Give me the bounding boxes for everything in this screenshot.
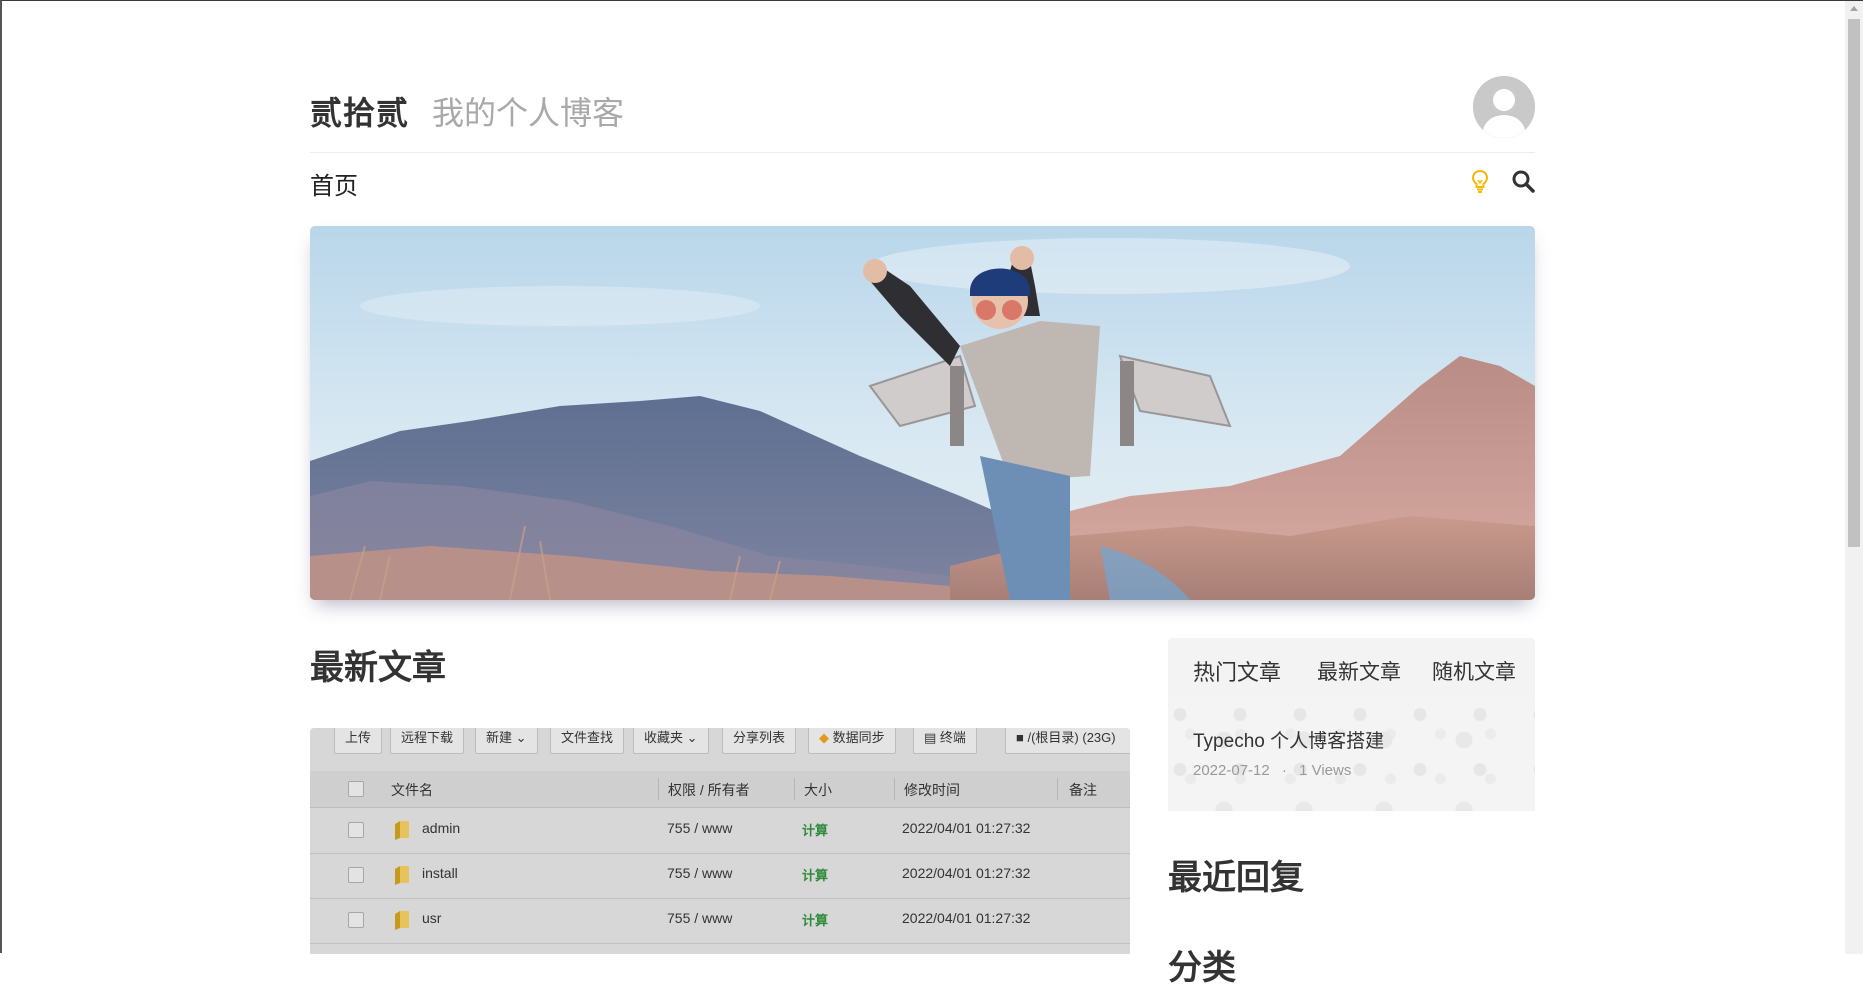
sidebar-post-list: Typecho 个人博客搭建 2022-07-12 · 1 Views [1168,698,1535,811]
meta-separator: · [1281,762,1287,779]
site-subtitle: 我的个人博客 [432,95,625,131]
file-mtime: 2022/04/01 01:27:32 [902,820,1031,836]
recent-replies-title: 最近回复 [1168,859,1304,897]
column-divider [1057,778,1058,800]
avatar[interactable] [1473,76,1535,138]
favorites-button: 收藏夹 ⌄ [633,728,709,754]
folder-icon [395,821,409,840]
file-size-calc: 计算 [802,823,829,838]
row-checkbox [348,867,364,883]
data-sync-button: ◆ 数据同步 [808,728,896,754]
latest-posts-title: 最新文章 [310,649,446,687]
new-button: 新建 ⌄ [475,728,538,754]
file-table-header: 文件名 权限 / 所有者 大小 修改时间 备注 [310,771,1130,808]
disk-icon: ■ [1016,730,1024,745]
col-permission: 权限 / 所有者 [668,782,750,798]
tab-latest-posts[interactable]: 最新文章 [1317,656,1401,686]
table-row: usr 755 / www 计算 2022/04/01 01:27:32 [310,898,1130,944]
nav-home-link[interactable]: 首页 [310,166,358,201]
column-divider [894,778,895,800]
tab-random-posts[interactable]: 随机文章 [1432,656,1516,686]
file-search-button: 文件查找 [550,728,625,754]
vertical-scrollbar[interactable] [1845,1,1863,954]
categories-title: 分类 [1168,949,1236,987]
hero-banner-image [310,226,1535,600]
root-dir-label: /(根目录) (23G) [1027,730,1116,745]
file-name: usr [422,910,442,926]
col-filename: 文件名 [391,782,433,798]
file-mtime: 2022/04/01 01:27:32 [902,910,1031,926]
folder-icon [395,911,409,930]
post-thumbnail-screenshot[interactable]: 上传 远程下载 新建 ⌄ 文件查找 收藏夹 ⌄ 分享列表 ◆ 数据同步 ▤ 终端… [310,728,1130,954]
terminal-label: 终端 [939,730,966,745]
site-title[interactable]: 贰拾贰 [310,88,409,134]
site-header: 贰拾贰 我的个人博客 [310,68,1535,153]
main-nav: 首页 [310,160,1535,204]
upload-button: 上传 [334,728,383,754]
file-permission: 755 / www [667,865,733,881]
file-permission: 755 / www [667,910,733,926]
file-size-calc: 计算 [802,913,829,928]
share-list-button: 分享列表 [722,728,797,754]
terminal-icon: ▤ [924,730,937,745]
column-divider [794,778,795,800]
lightbulb-icon[interactable] [1470,168,1490,194]
chevron-down-icon: ⌄ [515,730,527,745]
diamond-icon: ◆ [819,730,829,745]
col-mtime: 修改时间 [904,782,960,798]
folder-icon [395,866,409,885]
tab-hot-posts[interactable]: 热门文章 [1193,655,1281,687]
sidebar-post-link[interactable]: Typecho 个人博客搭建 [1193,726,1384,753]
sidebar-post-meta: 2022-07-12 · 1 Views [1193,762,1351,779]
file-size-calc: 计算 [802,868,829,883]
favorites-button-label: 收藏夹 [644,730,684,745]
column-divider [658,778,659,800]
post-views: 1 Views [1299,762,1352,779]
scroll-up-icon[interactable] [1850,6,1858,11]
data-sync-label: 数据同步 [832,730,885,745]
col-size: 大小 [804,782,832,798]
root-dir-button: ■ /(根目录) (23G) [1005,728,1130,754]
file-name: admin [422,820,461,836]
table-row: install 755 / www 计算 2022/04/01 01:27:32 [310,853,1130,899]
terminal-button: ▤ 终端 [913,728,977,754]
post-date: 2022-07-12 [1193,762,1270,779]
sidebar-tabs: 热门文章 最新文章 随机文章 [1168,638,1535,698]
file-name: install [422,865,458,881]
user-avatar-icon [1473,76,1535,138]
row-checkbox [348,822,364,838]
search-icon[interactable] [1511,169,1535,193]
chevron-down-icon: ⌄ [686,730,698,745]
scrollbar-thumb[interactable] [1848,19,1860,547]
file-permission: 755 / www [667,820,733,836]
table-row: admin 755 / www 计算 2022/04/01 01:27:32 [310,808,1130,854]
col-note: 备注 [1069,782,1097,798]
row-checkbox [348,912,364,928]
file-mtime: 2022/04/01 01:27:32 [902,865,1031,881]
file-manager-toolbar: 上传 远程下载 新建 ⌄ 文件查找 收藏夹 ⌄ 分享列表 ◆ 数据同步 ▤ 终端… [310,728,1130,770]
select-all-checkbox [348,781,364,797]
new-button-label: 新建 [486,730,513,745]
remote-download-button: 远程下载 [390,728,465,754]
